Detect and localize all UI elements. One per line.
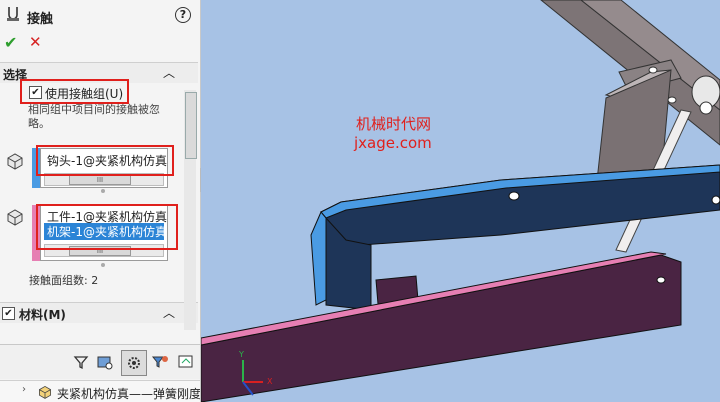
pin-hole: [648, 66, 658, 74]
contact-group-hint: 相同组中项目间的接触被忽略。: [28, 103, 160, 130]
panel-title: 接触: [27, 12, 54, 27]
watermark-title: 机械时代网: [356, 115, 432, 133]
dimxpert-icon[interactable]: [177, 353, 195, 371]
collapse-chevron-icon[interactable]: ︿: [163, 304, 175, 321]
collapse-chevron-icon[interactable]: ︿: [163, 64, 175, 81]
tree-item-label: 夹紧机构仿真——弹簧刚度: [57, 387, 201, 401]
material-checkbox[interactable]: ✔: [2, 307, 15, 320]
filter-icon[interactable]: [72, 353, 90, 371]
display-manager-icon[interactable]: [151, 353, 169, 371]
component-icon: [7, 209, 23, 226]
gear-icon: [128, 357, 140, 369]
cancel-button[interactable]: ✕: [29, 33, 42, 51]
pin-hole: [667, 96, 677, 104]
scroll-thumb[interactable]: III: [69, 175, 131, 185]
property-manager: 接触 ? ✔ ✕ 选择 ︿ ✔ 使用接触组(U) 相同组中项目间的接触被忽略。 …: [0, 0, 201, 402]
panel-header: 接触 ?: [0, 0, 200, 30]
highlight-box: [20, 79, 129, 104]
watermark-url: jxage.com: [354, 134, 432, 152]
graphics-viewport[interactable]: Y X 机械时代网 jxage.com: [201, 0, 720, 402]
highlight-box: [36, 145, 174, 176]
expand-arrow-icon[interactable]: ›: [22, 384, 26, 395]
pin-hole: [656, 276, 666, 284]
hook-tip-face: [310, 211, 327, 306]
help-button[interactable]: ?: [175, 7, 191, 23]
pin-hole: [711, 195, 720, 205]
config-manager-tab[interactable]: [121, 350, 147, 376]
triad-y-label: Y: [239, 350, 244, 359]
hook-arm-body: [320, 164, 720, 253]
feature-tree-root[interactable]: › 夹紧机构仿真——弹簧刚度: [0, 380, 200, 402]
resize-handle[interactable]: [101, 189, 105, 193]
panel-scroll-thumb[interactable]: [185, 92, 197, 159]
material-section-title: 材料(M): [19, 308, 66, 322]
feature-manager-icon[interactable]: [96, 353, 114, 371]
pin-hole: [508, 191, 520, 201]
assembly-icon: [39, 385, 51, 399]
panel-scrollbar[interactable]: [184, 90, 197, 330]
highlight-box: [36, 204, 178, 250]
ok-button[interactable]: ✔: [4, 33, 17, 52]
contact-mate-icon: [7, 7, 19, 21]
contact-count-label: 接触面组数: 2: [29, 274, 99, 287]
component-icon: [7, 153, 23, 170]
resize-handle[interactable]: [101, 263, 105, 267]
pin-hole: [699, 101, 713, 115]
material-section-header[interactable]: ✔ 材料(M) ︿: [0, 302, 198, 323]
mechanism-model: [201, 0, 720, 402]
triad-x-label: X: [267, 377, 273, 386]
